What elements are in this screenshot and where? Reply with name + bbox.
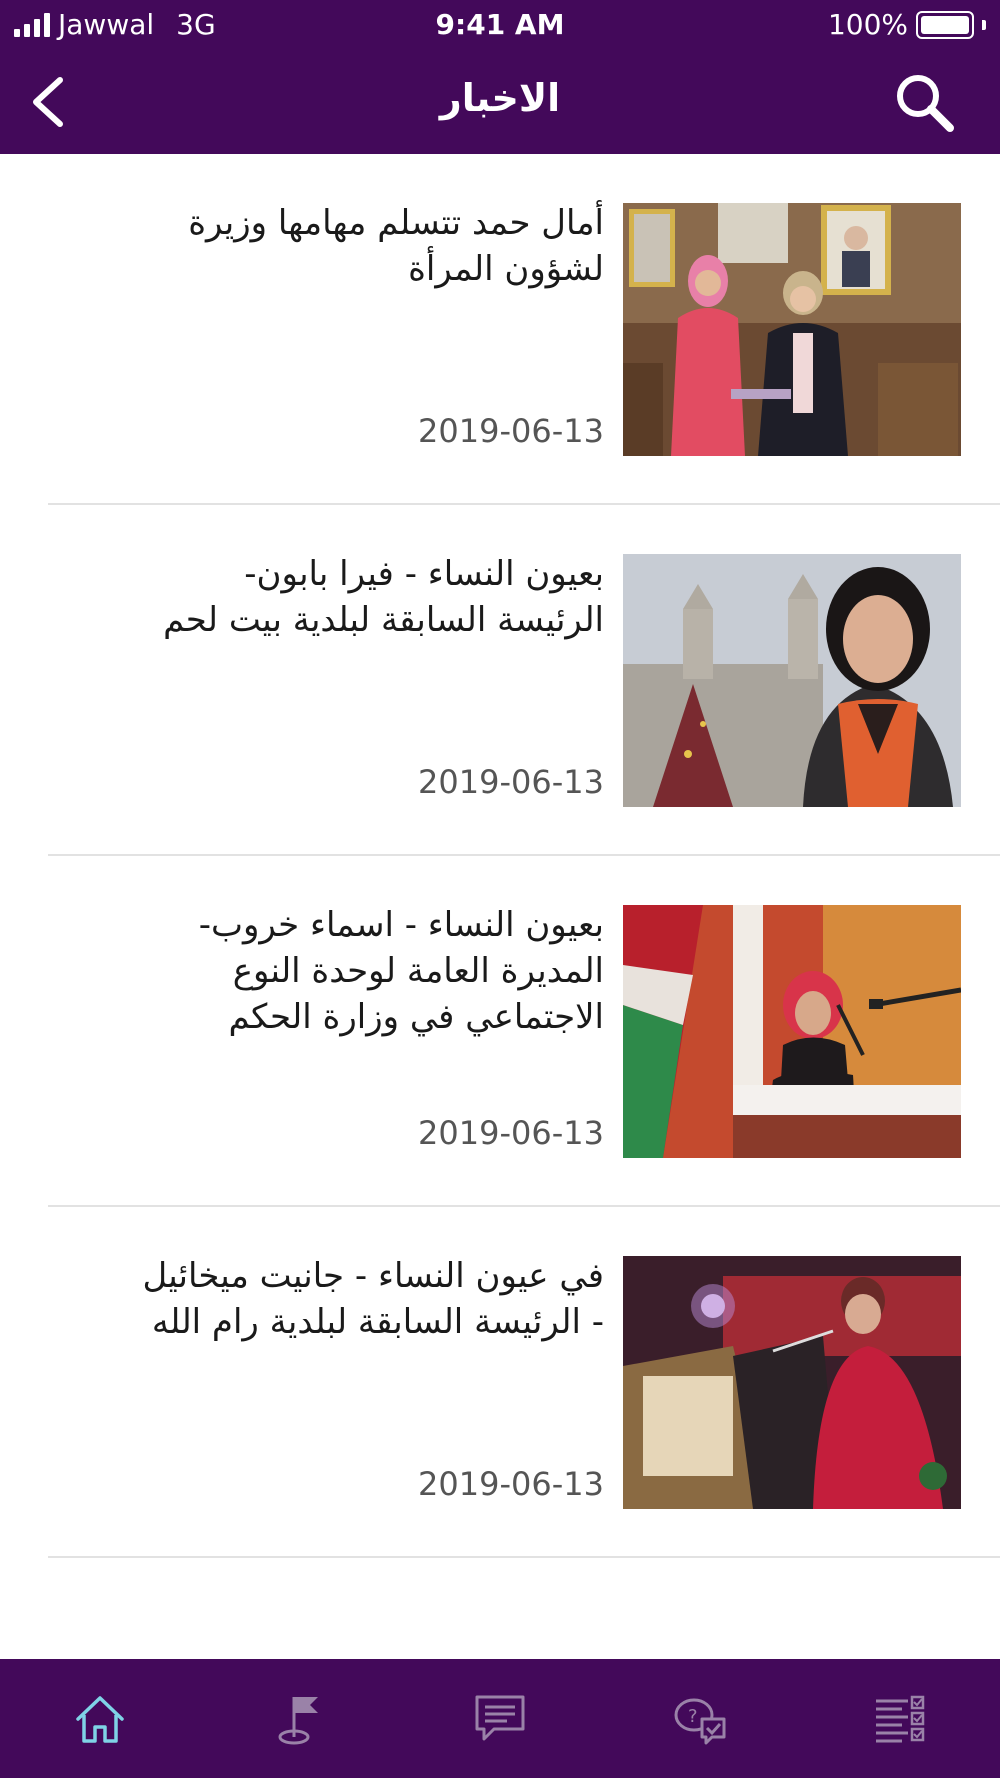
- news-item[interactable]: بعيون النساء - اسماء خروب- المديرة العام…: [0, 856, 1000, 1207]
- tab-bar: ?: [0, 1659, 1000, 1778]
- question-chat-icon: ?: [674, 1698, 726, 1744]
- tab-events[interactable]: [260, 1679, 340, 1759]
- news-title[interactable]: أمال حمد تتسلم مهامها وزيرة لشؤون المرأة: [134, 200, 604, 292]
- news-list: أمال حمد تتسلم مهامها وزيرة لشؤون المرأة…: [0, 154, 1000, 1558]
- chat-icon: [475, 1695, 525, 1740]
- photo-speaker: [623, 905, 961, 1158]
- checklist-icon: [876, 1695, 925, 1742]
- news-item[interactable]: بعيون النساء - فيرا بابون- الرئيسة الساب…: [0, 505, 1000, 856]
- search-icon: [897, 75, 954, 132]
- news-title[interactable]: بعيون النساء - اسماء خروب- المديرة العام…: [134, 902, 604, 1040]
- news-title[interactable]: بعيون النساء - فيرا بابون- الرئيسة الساب…: [134, 551, 604, 643]
- news-date: 2019-06-13: [418, 1114, 604, 1152]
- news-item[interactable]: أمال حمد تتسلم مهامها وزيرة لشؤون المرأة…: [0, 154, 1000, 505]
- tab-home[interactable]: [60, 1679, 140, 1759]
- news-thumbnail[interactable]: [623, 1256, 961, 1509]
- tab-messages[interactable]: [460, 1679, 540, 1759]
- tab-faq[interactable]: ?: [660, 1679, 740, 1759]
- search-button[interactable]: [892, 70, 956, 134]
- news-thumbnail[interactable]: [623, 203, 961, 456]
- svg-text:?: ?: [688, 1706, 698, 1727]
- news-thumbnail[interactable]: [623, 905, 961, 1158]
- battery-icon: [916, 10, 974, 39]
- flag-pin-icon: [278, 1696, 318, 1744]
- news-item[interactable]: في عيون النساء - جانيت ميخائيل - الرئيسة…: [0, 1207, 1000, 1558]
- nav-bar: الاخبار: [0, 50, 1000, 154]
- top-bar: Jawwal 3G 9:41 AM 100% الاخبار: [0, 0, 1000, 154]
- status-bar: Jawwal 3G 9:41 AM 100%: [0, 0, 1000, 50]
- news-thumbnail[interactable]: [623, 554, 961, 807]
- news-date: 2019-06-13: [418, 763, 604, 801]
- news-date: 2019-06-13: [418, 1465, 604, 1503]
- battery-info: 100%: [828, 8, 986, 41]
- photo-ceremony: [623, 203, 961, 456]
- photo-podium: [623, 1256, 961, 1509]
- news-title[interactable]: في عيون النساء - جانيت ميخائيل - الرئيسة…: [134, 1253, 604, 1345]
- divider: [48, 1556, 1000, 1558]
- page-title: الاخبار: [439, 76, 561, 120]
- photo-portrait: [623, 554, 961, 807]
- battery-percent: 100%: [827, 8, 908, 41]
- home-icon: [76, 1695, 124, 1743]
- tab-checklist[interactable]: [860, 1679, 940, 1759]
- news-date: 2019-06-13: [418, 412, 604, 450]
